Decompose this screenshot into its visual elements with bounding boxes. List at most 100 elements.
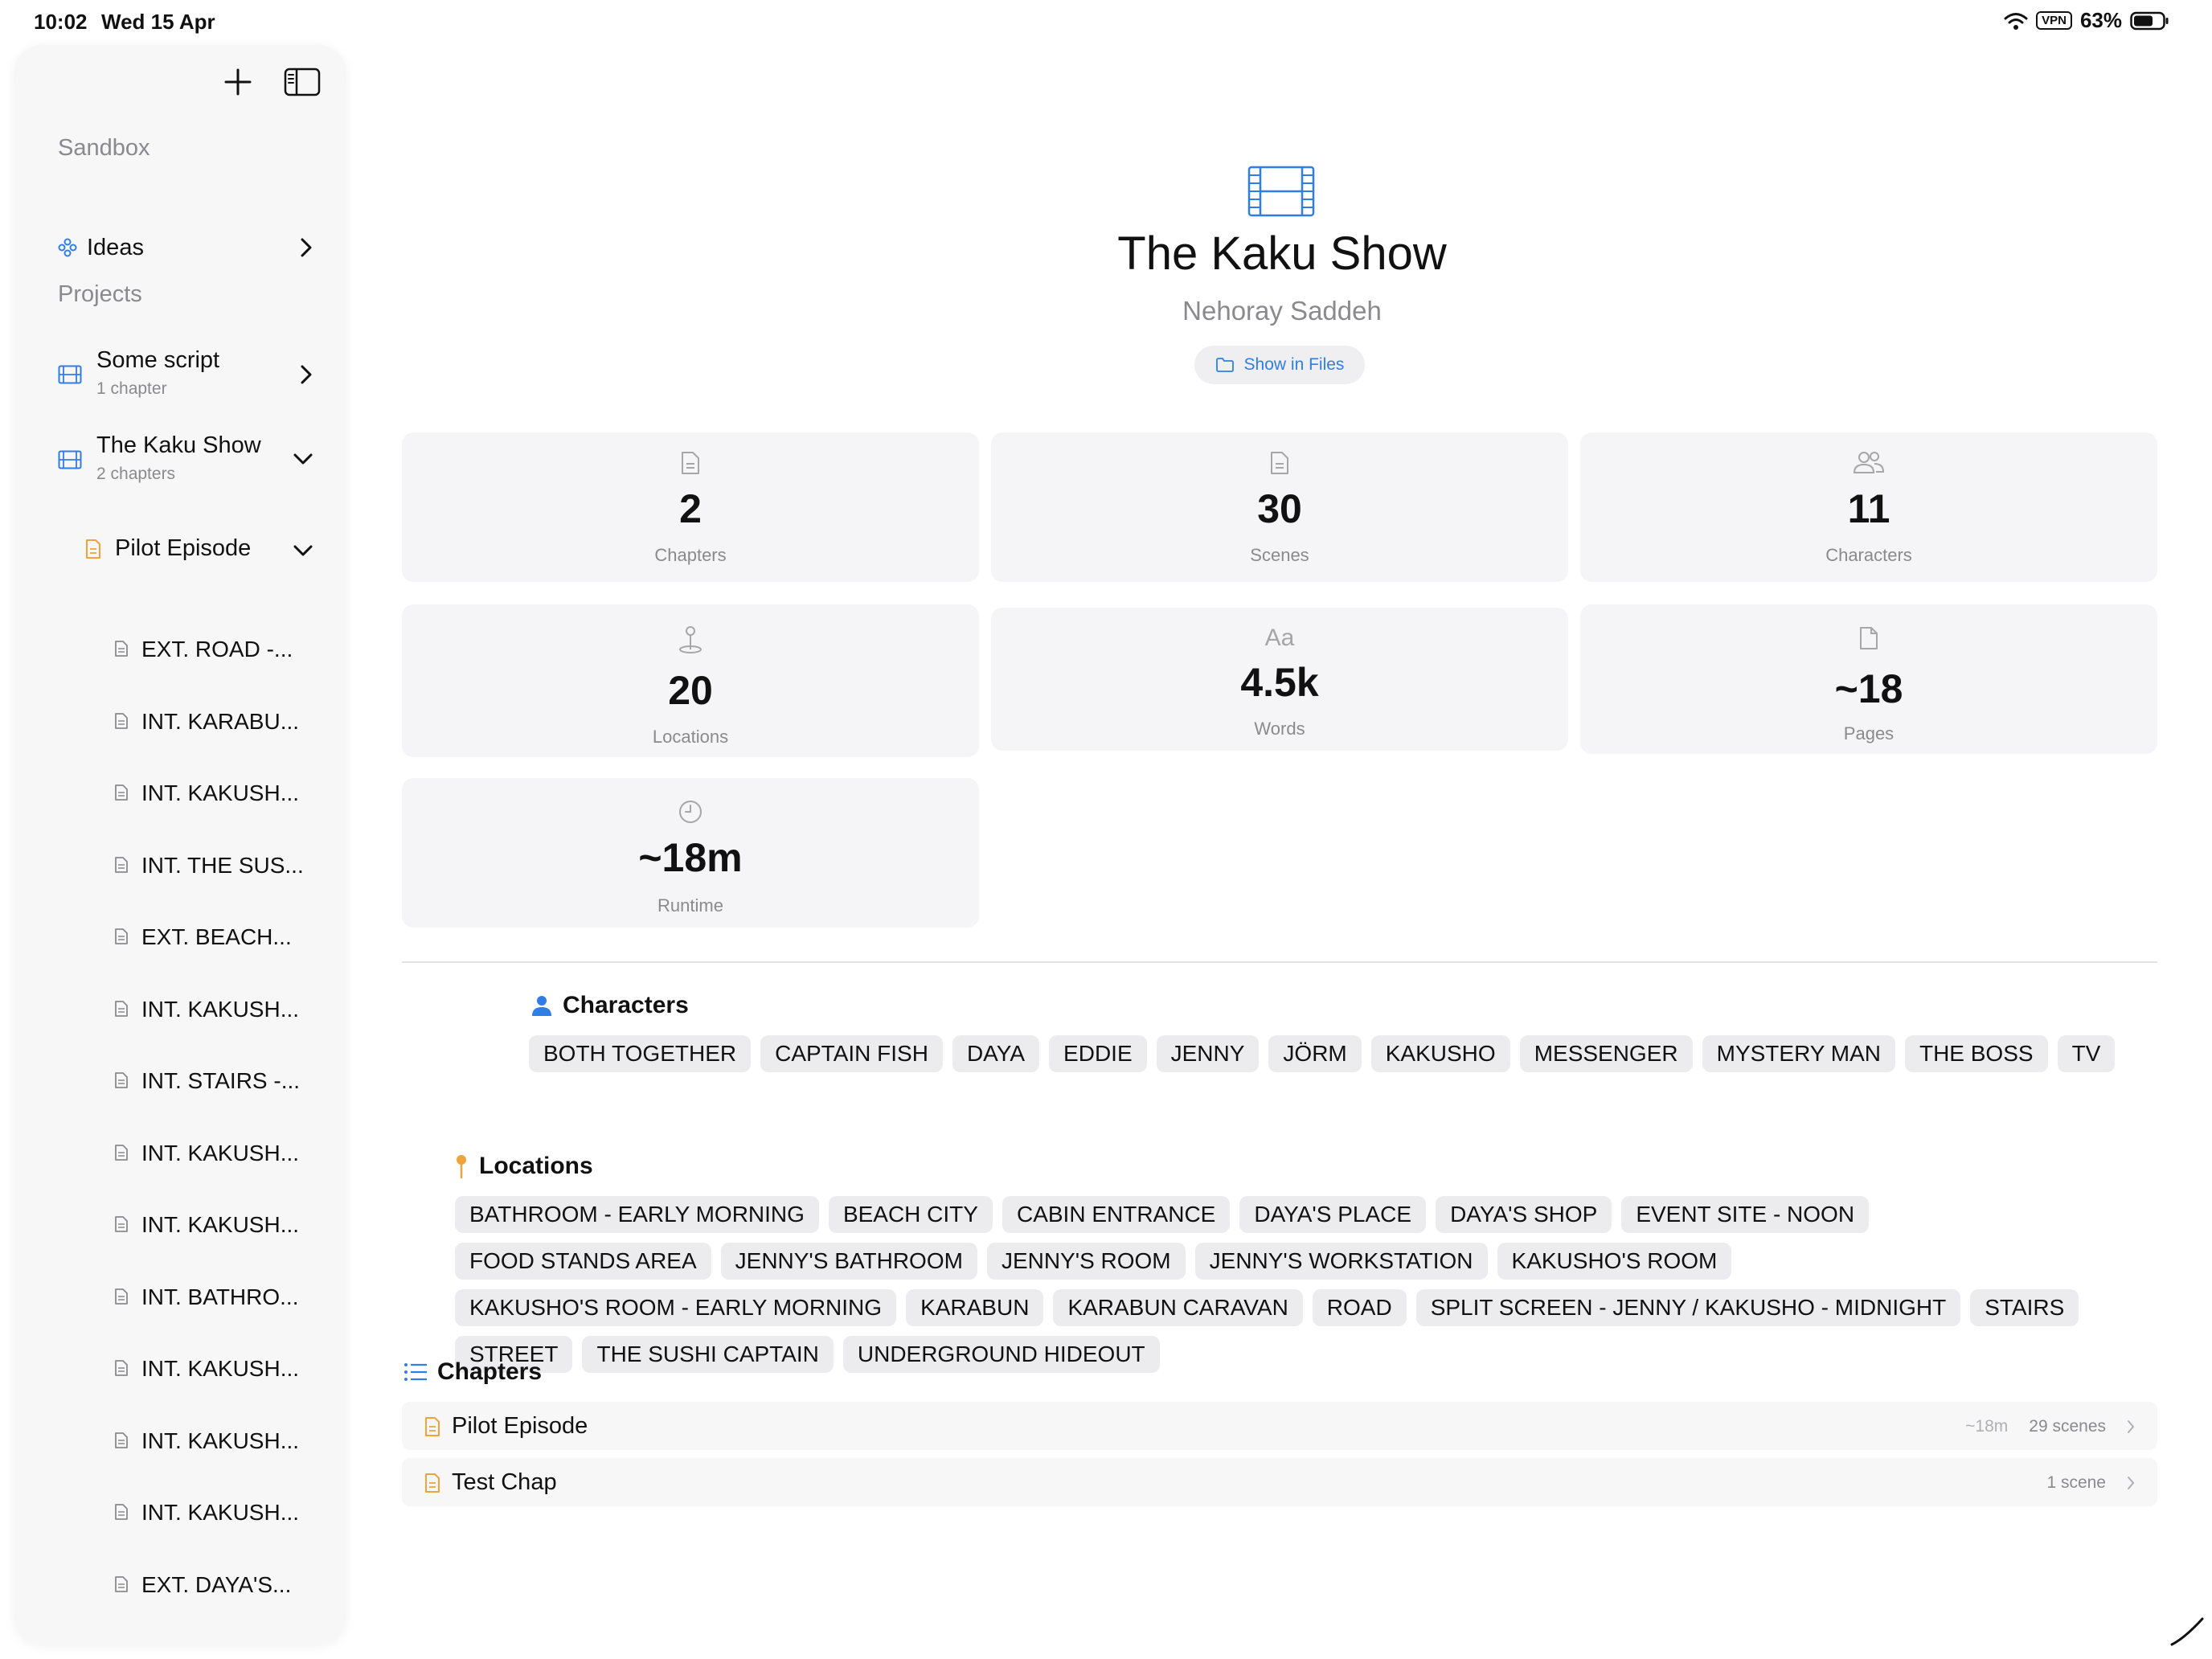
location-tag[interactable]: KARABUN [906,1289,1044,1326]
location-pin-icon [679,626,702,653]
sidebar-scene-item[interactable]: INT. KAKUSH... [14,1121,346,1186]
sidebar-scene-item[interactable]: INT. BATHRO... [14,1265,346,1329]
show-in-files-button[interactable]: Show in Files [1194,346,1365,384]
sidebar-project-kaku-show[interactable]: The Kaku Show 2 chapters [14,423,346,497]
scene-title: INT. KAKUSH... [141,1356,300,1381]
stat-value: 20 [668,668,713,713]
status-date: Wed 15 Apr [101,10,215,34]
location-tag[interactable]: FOOD STANDS AREA [455,1243,711,1280]
chevron-right-icon [301,365,312,384]
scene-title: INT. KAKUSH... [141,780,300,805]
location-tag[interactable]: KAKUSHO'S ROOM - EARLY MORNING [455,1289,897,1326]
scene-document-icon [115,1575,128,1592]
project-subtitle: 2 chapters [96,465,176,483]
character-tag[interactable]: THE BOSS [1904,1035,2048,1072]
character-tag[interactable]: DAYA [952,1035,1040,1072]
location-tag[interactable]: DAYA'S SHOP [1436,1196,1612,1233]
location-tags: BATHROOM - EARLY MORNING BEACH CITY CABIN … [455,1196,2127,1373]
sidebar-scene-item[interactable]: EXT. DAYA'S... [14,1553,346,1617]
chapter-name: Pilot Episode [452,1413,588,1439]
sidebar-chapter-pilot-episode[interactable]: Pilot Episode [14,518,346,582]
sidebar-icon [284,68,321,96]
ideas-icon [58,238,77,257]
character-tag[interactable]: JENNY [1156,1035,1260,1072]
chapters-section-title: Chapters [403,1358,542,1386]
chapter-label: Pilot Episode [115,535,252,561]
location-tag[interactable]: STAIRS [1970,1289,2079,1326]
sidebar-scene-item[interactable]: INT. KAKUSH... [14,977,346,1042]
project-author: Nehoray Saddeh [1182,296,1382,326]
location-tag[interactable]: KAKUSHO'S ROOM [1497,1243,1732,1280]
scene-document-icon [115,1216,128,1232]
text-aa-icon: Aa [1264,625,1295,651]
location-tag[interactable]: THE SUSHI CAPTAIN [582,1336,834,1373]
orange-document-icon [425,1417,440,1436]
sidebar-project-some-script[interactable]: Some script 1 chapter [14,338,346,412]
sidebar-scene-item[interactable]: INT. KAKUSH... [14,1409,346,1473]
location-tag[interactable]: CABIN ENTRANCE [1002,1196,1231,1233]
location-tag[interactable]: UNDERGROUND HIDEOUT [842,1336,1160,1373]
character-tag[interactable]: CAPTAIN FISH [760,1035,943,1072]
divider [402,961,2157,963]
sidebar-scene-item[interactable]: EXT. BEACH... [14,905,346,969]
character-tag[interactable]: EDDIE [1049,1035,1147,1072]
vpn-badge: VPN [2036,11,2072,30]
character-tag[interactable]: KAKUSHO [1370,1035,1510,1072]
scene-title: INT. KAKUSH... [141,1428,300,1453]
chevron-right-icon [2128,1420,2135,1433]
chapters-title: Chapters [437,1358,543,1385]
scene-document-icon [115,1432,128,1448]
location-tag[interactable]: KARABUN CARAVAN [1053,1289,1303,1326]
character-tag[interactable]: BOTH TOGETHER [529,1035,752,1072]
sidebar-scene-item[interactable]: EXT. STREET... [14,1624,346,1645]
stat-value: 2 [679,486,702,531]
location-tag[interactable]: JENNY'S BATHROOM [720,1243,977,1280]
ideas-label: Ideas [87,235,144,260]
page-title: The Kaku Show [1117,227,1447,280]
character-tag[interactable]: MESSENGER [1519,1035,1693,1072]
location-tag[interactable]: SPLIT SCREEN - JENNY / KAKUSHO - MIDNIGH… [1415,1289,1961,1326]
sidebar-item-ideas[interactable]: Ideas [14,215,346,280]
sandbox-header: Sandbox [58,135,150,161]
sidebar-scene-item[interactable]: INT. KAKUSH... [14,1481,346,1545]
location-tag[interactable]: BATHROOM - EARLY MORNING [455,1196,819,1233]
scene-title: INT. STAIRS -... [141,1068,301,1093]
chapter-name: Test Chap [452,1469,557,1495]
location-tag[interactable]: EVENT SITE - NOON [1621,1196,1870,1233]
chapter-row-pilot-episode[interactable]: Pilot Episode ~18m 29 scenes [402,1402,2157,1450]
film-icon [58,365,82,384]
scene-title: INT. KAKUSH... [141,1140,300,1165]
projects-header: Projects [58,281,142,307]
scene-document-icon [115,1072,128,1088]
document-icon [1271,452,1288,474]
character-tag[interactable]: MYSTERY MAN [1702,1035,1895,1072]
character-tag[interactable]: TV [2057,1035,2116,1072]
toggle-sidebar-button[interactable] [278,58,326,106]
add-button[interactable] [214,58,262,106]
scene-document-icon [115,784,128,801]
plus-icon [224,68,252,96]
folder-icon [1215,358,1234,372]
show-in-files-label: Show in Files [1243,355,1345,374]
character-tag[interactable]: JÖRM [1268,1035,1362,1072]
scene-title: INT. KAKUSH... [141,996,300,1022]
location-tag[interactable]: BEACH CITY [828,1196,993,1233]
sidebar-scene-item[interactable]: INT. KAKUSH... [14,1337,346,1401]
sidebar-scene-item[interactable]: INT. KARABU... [14,690,346,754]
chapter-scene-count: 1 scene [2046,1473,2106,1492]
sidebar-scene-item[interactable]: EXT. ROAD -... [14,617,346,682]
location-tag[interactable]: DAYA'S PLACE [1239,1196,1427,1233]
location-tag[interactable]: ROAD [1312,1289,1407,1326]
sidebar-scene-item[interactable]: INT. KAKUSH... [14,761,346,825]
sidebar-scene-item[interactable]: INT. STAIRS -... [14,1049,346,1113]
list-icon [404,1363,427,1381]
scene-document-icon [115,1360,128,1376]
location-tag[interactable]: JENNY'S ROOM [986,1243,1186,1280]
chapter-row-test-chap[interactable]: Test Chap 1 scene [402,1458,2157,1506]
scene-title: EXT. BEACH... [141,924,292,949]
location-tag[interactable]: JENNY'S WORKSTATION [1194,1243,1488,1280]
sidebar-scene-item[interactable]: INT. KAKUSH... [14,1193,346,1257]
scene-title: INT. THE SUS... [141,852,304,878]
stat-value: 30 [1257,486,1302,531]
sidebar-scene-item[interactable]: INT. THE SUS... [14,834,346,898]
